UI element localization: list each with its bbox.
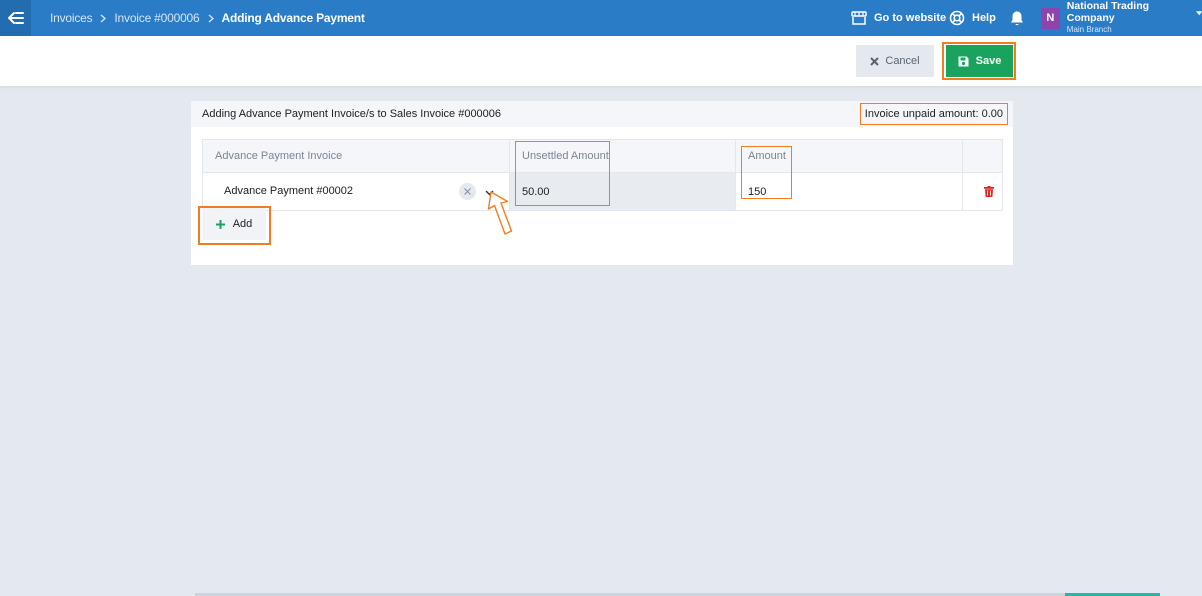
help-label: Help (972, 12, 996, 24)
panel-header: Adding Advance Payment Invoice/s to Sale… (191, 101, 1013, 127)
bell-icon (1011, 11, 1023, 25)
panel-title: Adding Advance Payment Invoice/s to Sale… (202, 108, 502, 120)
cancel-button[interactable]: Cancel (856, 45, 934, 77)
save-label: Save (975, 55, 1002, 67)
company-switcher[interactable]: N National Trading Company Main Branch (1041, 0, 1202, 36)
store-icon (851, 11, 867, 25)
breadcrumb-invoices[interactable]: Invoices (50, 11, 93, 25)
cancel-label: Cancel (885, 55, 920, 67)
add-row-button[interactable]: Add (202, 208, 266, 240)
column-header-invoice: Advance Payment Invoice (202, 139, 510, 173)
breadcrumb-invoice[interactable]: Invoice #000006 (114, 11, 199, 25)
action-bar: Cancel Save (0, 36, 1202, 86)
lifebuoy-icon (949, 10, 965, 26)
chevron-right-icon (208, 13, 214, 23)
column-header-actions (962, 139, 1003, 173)
menu-collapse-icon (7, 12, 24, 24)
unsettled-amount-cell: 50.00 (509, 172, 736, 211)
save-button[interactable]: Save (946, 45, 1013, 77)
menu-toggle-button[interactable] (0, 0, 31, 36)
chevron-right-icon (100, 13, 107, 23)
top-bar: Invoices Invoice #000006 Adding Advance … (0, 0, 1202, 36)
breadcrumb-current: Adding Advance Payment (221, 11, 365, 25)
notifications-button[interactable] (1009, 0, 1025, 36)
invoice-select[interactable]: Advance Payment #00002 (202, 172, 510, 211)
unpaid-amount: Invoice unpaid amount: 0.00 (859, 103, 1008, 125)
add-label: Add (232, 218, 253, 230)
column-header-unsettled: Unsettled Amount (509, 139, 736, 173)
delete-row-button[interactable] (962, 172, 1003, 211)
clear-selection-icon[interactable] (459, 183, 476, 200)
branch-name: Main Branch (1066, 25, 1112, 34)
close-icon (870, 56, 880, 66)
pointer-arrow-icon (487, 191, 513, 235)
advance-payment-panel: Adding Advance Payment Invoice/s to Sale… (191, 101, 1013, 265)
column-header-amount: Amount (735, 139, 963, 173)
trash-icon (983, 186, 994, 197)
help-link[interactable]: Help (949, 0, 996, 36)
company-name: National Trading Company (1066, 0, 1150, 24)
breadcrumb: Invoices Invoice #000006 Adding Advance … (50, 0, 365, 36)
go-to-website-label: Go to website (874, 12, 947, 24)
floppy-disk-icon (958, 56, 969, 66)
avatar: N (1041, 7, 1060, 29)
table-header-row: Advance Payment Invoice Unsettled Amount… (202, 139, 1003, 173)
advance-payment-table: Advance Payment Invoice Unsettled Amount… (202, 139, 1003, 211)
go-to-website-link[interactable]: Go to website (851, 0, 946, 36)
invoice-select-value: Advance Payment #00002 (224, 185, 354, 197)
plus-icon (215, 219, 225, 229)
table-row: Advance Payment #00002 50.00 150 (202, 172, 1003, 211)
amount-input[interactable]: 150 (735, 172, 963, 211)
caret-down-icon (1195, 10, 1202, 15)
